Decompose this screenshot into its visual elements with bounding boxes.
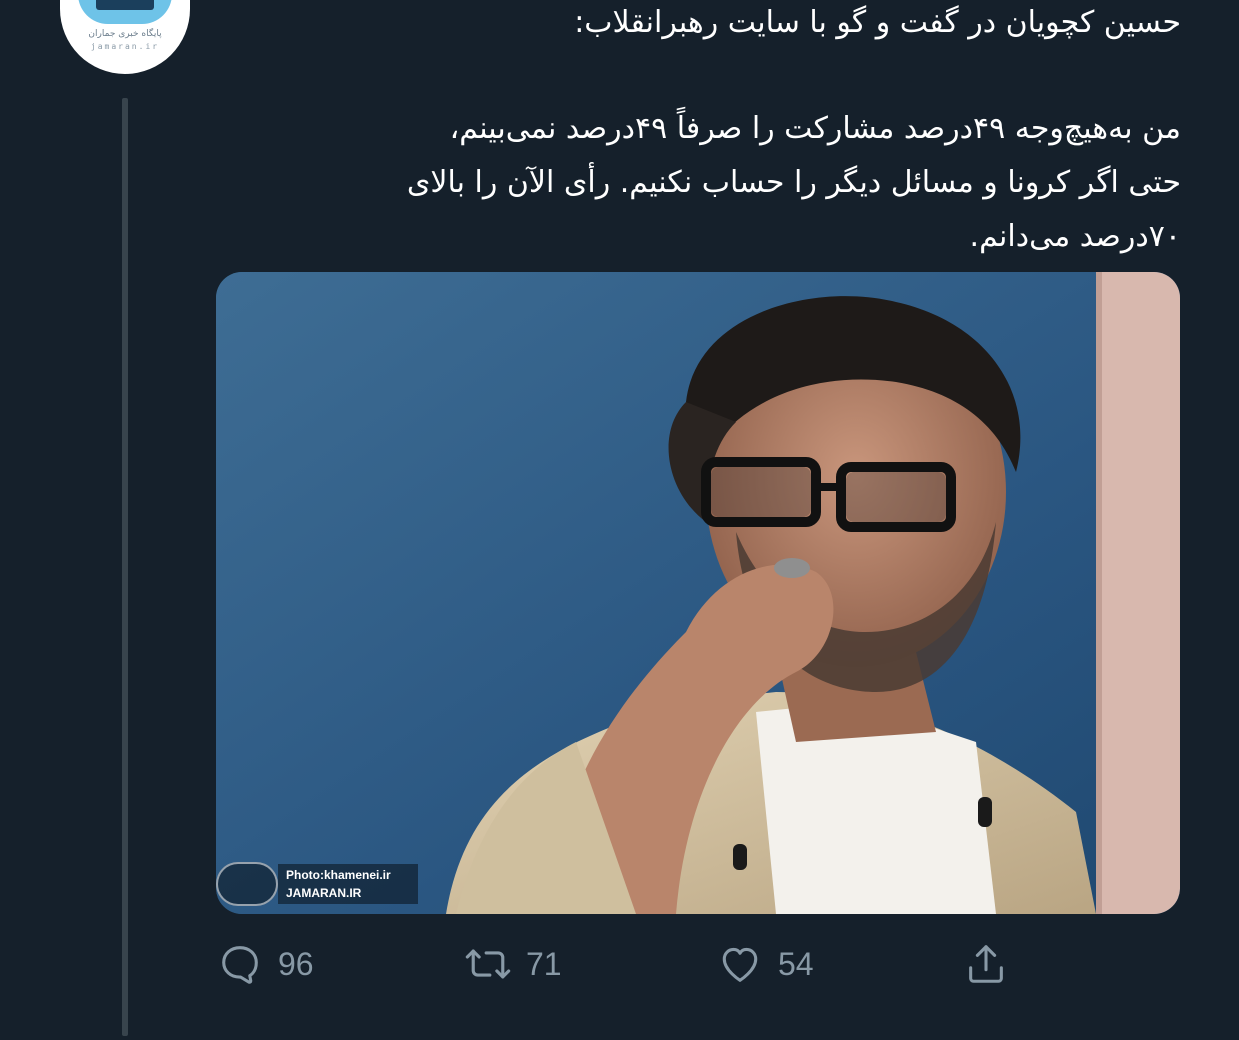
jamaran-logo-icon: پایگاه خبری جماران jamaran.ir [60, 0, 190, 74]
reply-count: 96 [278, 945, 314, 982]
tweet-actions: 96 71 54 [0, 934, 1239, 994]
retweet-icon [464, 940, 512, 988]
photo-watermark: Photo:khamenei.ir JAMARAN.IR [216, 858, 420, 910]
jamaran-watermark-icon [216, 862, 278, 906]
avatar-brand-text: پایگاه خبری جماران [88, 29, 162, 39]
logo-band-shape [96, 0, 154, 10]
watermark-credit: Photo:khamenei.ir [286, 868, 391, 882]
tweet-line: ۷۰درصد می‌دانم. [969, 219, 1181, 254]
portrait-photo [216, 272, 1180, 914]
tweet-line: حتی اگر کرونا و مسائل دیگر را حساب نکنیم… [406, 165, 1181, 200]
heart-icon [716, 940, 764, 988]
tweet-photo[interactable] [216, 272, 1180, 914]
share-icon [962, 940, 1010, 988]
like-count: 54 [778, 945, 814, 982]
like-button[interactable]: 54 [716, 934, 814, 994]
thread-line [122, 98, 128, 1036]
tweet-line: من به‌هیچ‌وجه ۴۹درصد مشارکت را صرفاً ۴۹د… [449, 111, 1181, 146]
account-avatar[interactable]: پایگاه خبری جماران jamaran.ir [60, 0, 190, 74]
reply-icon [216, 940, 264, 988]
retweet-count: 71 [526, 945, 562, 982]
tweet-line: حسین کچویان در گفت و گو با سایت رهبرانقل… [574, 5, 1181, 40]
avatar-brand-url: jamaran.ir [90, 42, 160, 51]
reply-button[interactable]: 96 [216, 934, 314, 994]
tweet-text: حسین کچویان در گفت و گو با سایت رهبرانقل… [221, 0, 1181, 260]
retweet-button[interactable]: 71 [464, 934, 562, 994]
watermark-site: JAMARAN.IR [286, 886, 362, 900]
share-button[interactable] [962, 934, 1010, 994]
